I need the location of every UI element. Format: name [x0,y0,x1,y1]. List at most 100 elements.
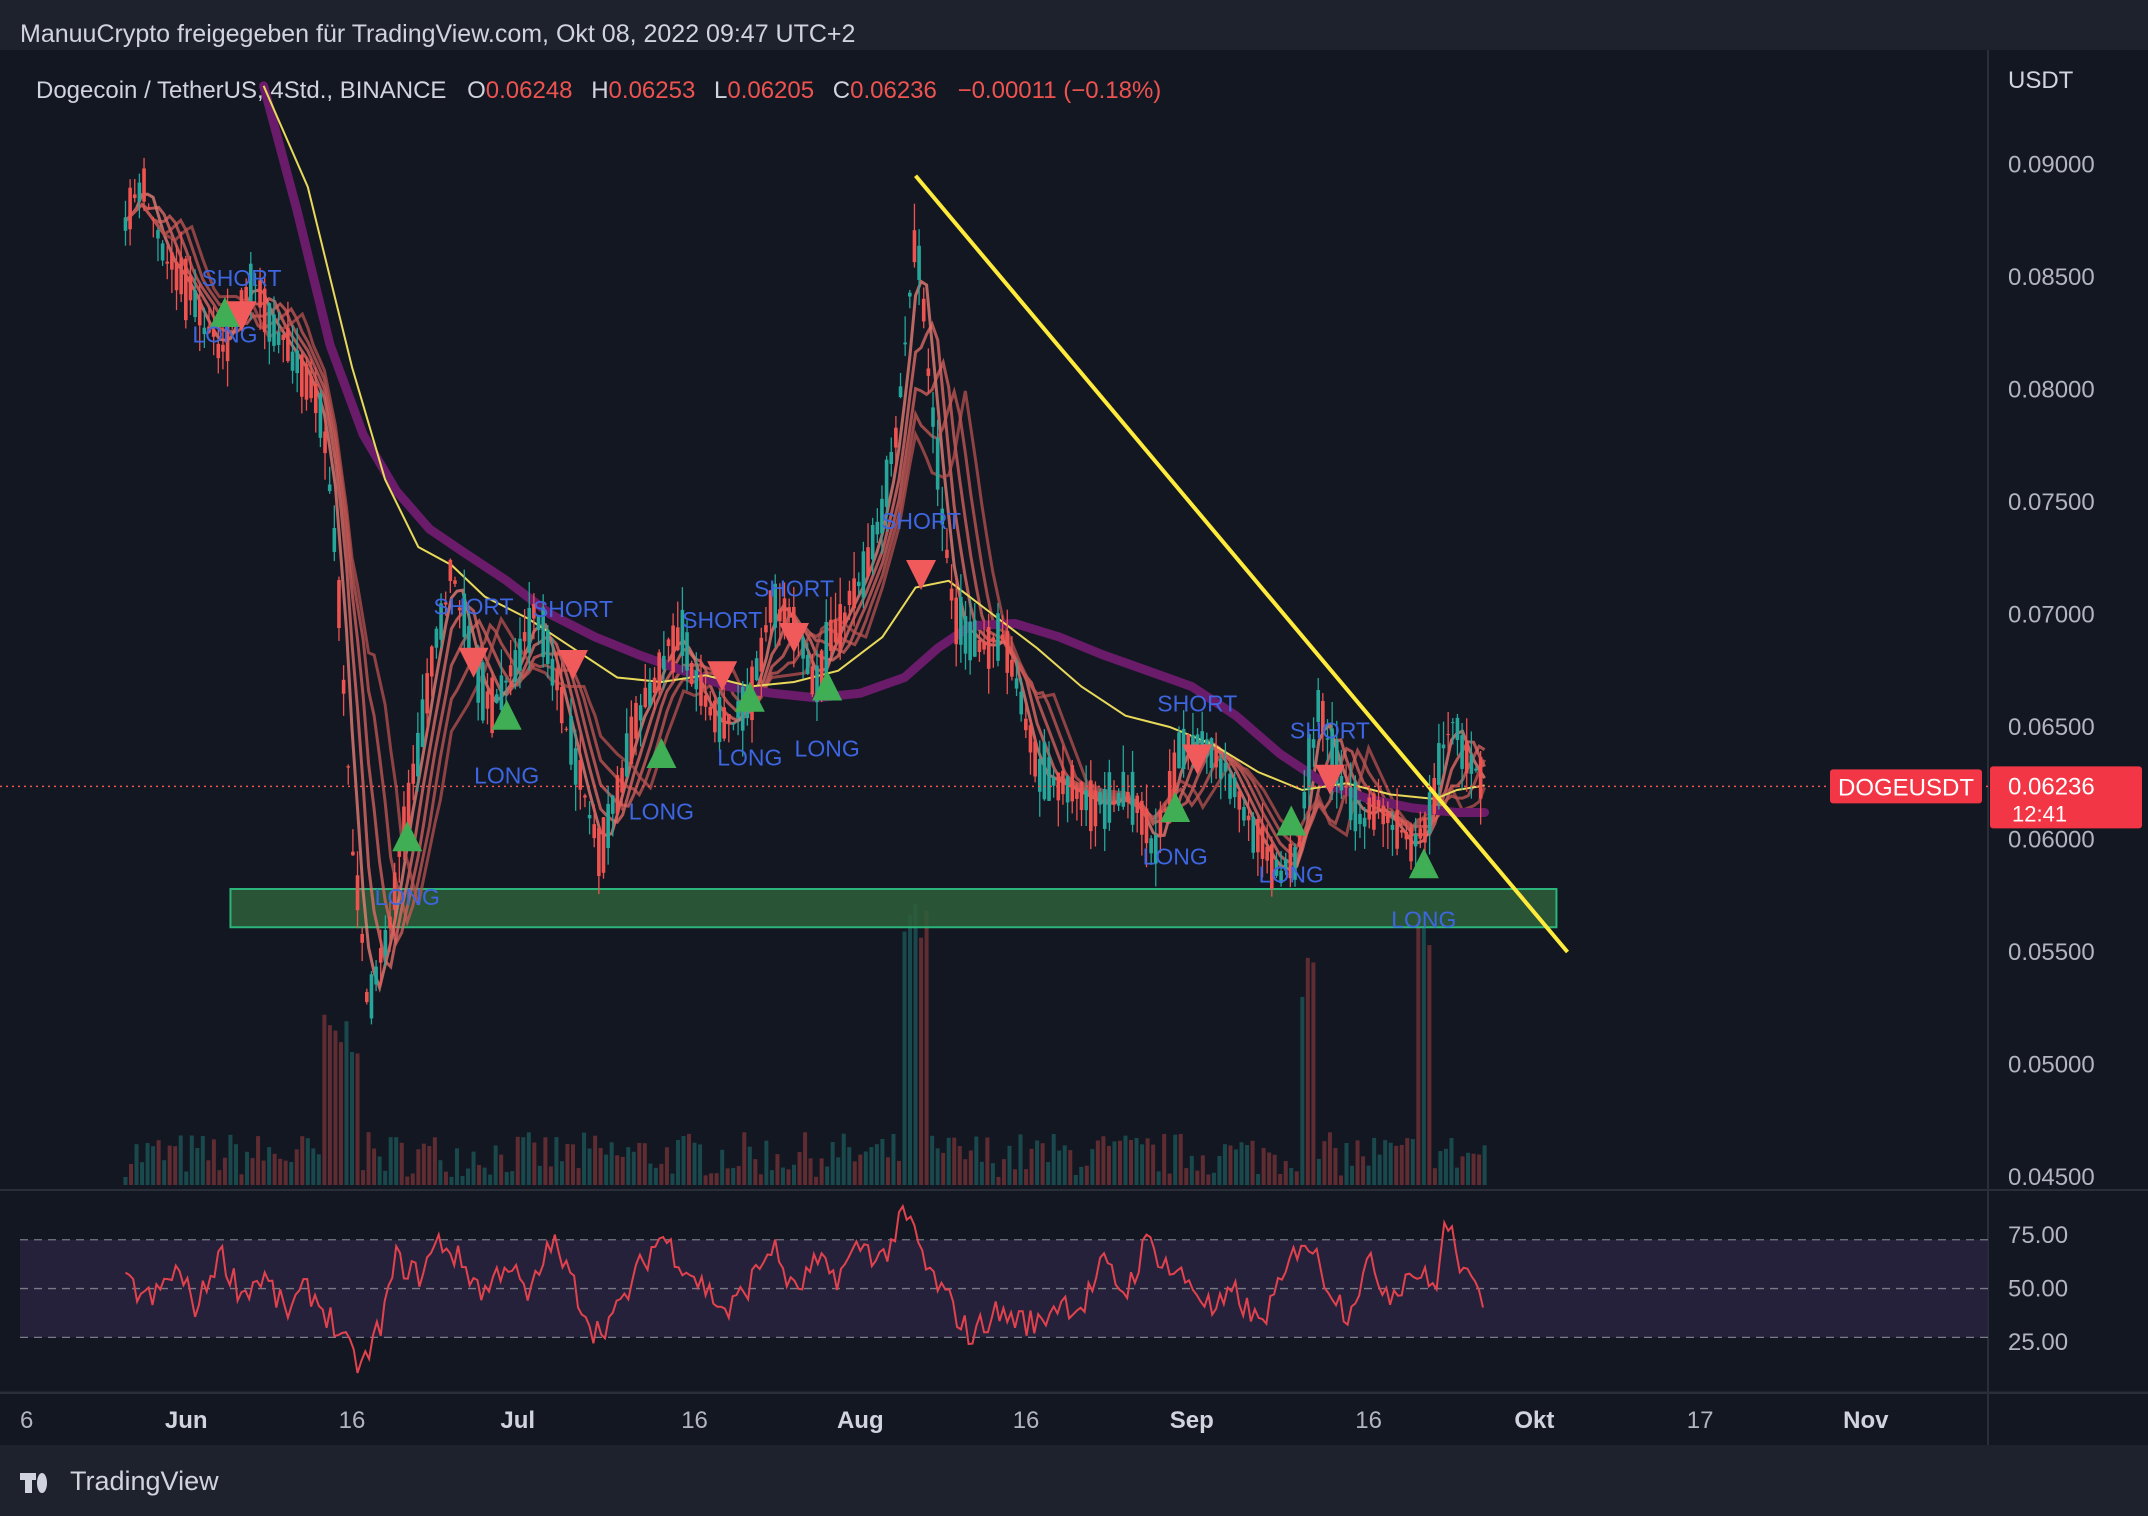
candle-body [657,652,661,691]
volume-bar [1283,1161,1288,1185]
candle-body [383,930,388,956]
volume-bar [421,1143,426,1185]
volume-bar [930,1135,935,1185]
volume-bar [488,1174,493,1185]
volume-bar [1173,1134,1178,1185]
volume-bar [499,1154,504,1185]
volume-bar [814,1176,819,1185]
tradingview-logo[interactable]: TradingView [20,1466,219,1497]
volume-bar [515,1136,520,1185]
candle-body [262,288,267,333]
volume-bar [698,1144,703,1185]
candle-body [991,637,996,642]
candle-body [286,327,290,361]
volume-bar [1068,1150,1073,1185]
candle-body [1005,631,1010,673]
long-signal-label: LONG [375,884,440,910]
volume-bar [1167,1173,1172,1185]
volume-bar [1095,1140,1100,1185]
candle-body [1358,813,1362,825]
candle-body [810,666,815,695]
candle-body [1135,795,1140,813]
candle-body [346,766,351,768]
volume-bar [1029,1148,1034,1185]
volume-bar [692,1142,697,1185]
symbol-label: DOGEUSDT [1838,774,1974,801]
long-signal-label: LONG [795,735,860,761]
volume-bar [377,1156,382,1185]
volume-bar [1084,1165,1089,1185]
candle-body [1242,807,1246,821]
candle-body [188,275,193,301]
candle-body [759,637,764,672]
chart-canvas[interactable]: LONG SHORT LONG SHORT LONG SHORT LONG SHORT LONG… [0,0,2148,1516]
volume-bar [609,1142,614,1185]
candle-body [1010,659,1014,677]
candle-body [1116,792,1121,806]
candle-body [578,760,583,790]
volume-bar [543,1137,548,1185]
time-tick-label: 17 [1687,1407,1714,1434]
candle-body [160,243,165,261]
candle-body [569,716,573,765]
volume-bar [140,1162,145,1185]
candle-body [425,673,429,714]
volume-bar [145,1143,150,1185]
candle-body [518,638,522,671]
volume-bar [1466,1152,1471,1185]
candle-body [573,748,578,785]
volume-bar [1278,1174,1283,1185]
candle-body [351,851,355,856]
volume-bar [593,1135,598,1185]
candle-body [638,705,643,721]
volume-bar [289,1162,294,1185]
volume-bar [327,1025,332,1185]
candle-body [1390,824,1395,830]
candle-body [778,609,782,622]
candle-body [555,669,559,691]
candle-body [875,521,880,535]
candle-body [179,257,183,295]
candle-body [429,646,434,677]
volume-bar [305,1138,310,1185]
candle-body [272,314,276,346]
close-label: C [833,77,850,104]
volume-bar [156,1140,161,1185]
candle-body [843,612,847,625]
candle-body [313,383,318,414]
volume-bar [466,1168,471,1185]
volume-bar [1245,1144,1250,1185]
candle-body [1223,762,1228,772]
candle-body [448,559,453,582]
volume-bar [454,1148,459,1185]
volume-bar [1449,1138,1454,1185]
long-signal-label: LONG [1143,843,1208,869]
volume-bar [996,1176,1001,1185]
volume-bar [294,1149,299,1185]
volume-bar [1261,1147,1266,1185]
volume-bar [675,1139,680,1185]
candle-body [1246,815,1251,821]
time-tick-label: Sep [1170,1407,1214,1434]
candle-body [1047,757,1051,801]
candle-body [564,728,569,730]
candle-body [606,803,610,849]
volume-bar [1322,1141,1327,1185]
volume-bar [311,1148,316,1185]
candle-body [337,580,341,629]
volume-bar [968,1150,973,1185]
volume-bar [582,1132,587,1185]
volume-bar [924,911,929,1185]
volume-bar [985,1137,990,1185]
time-tick-label: Jul [500,1407,535,1434]
volume-bar [338,1042,343,1185]
candle-body [861,551,866,598]
volume-bar [427,1146,432,1185]
volume-bar [891,1133,896,1185]
candle-body [1451,722,1455,724]
volume-bar [1228,1145,1233,1185]
volume-bar [178,1135,183,1185]
candle-body [894,427,898,448]
candle-body [1381,805,1385,825]
price-tick-label: 0.04500 [2008,1164,2095,1191]
